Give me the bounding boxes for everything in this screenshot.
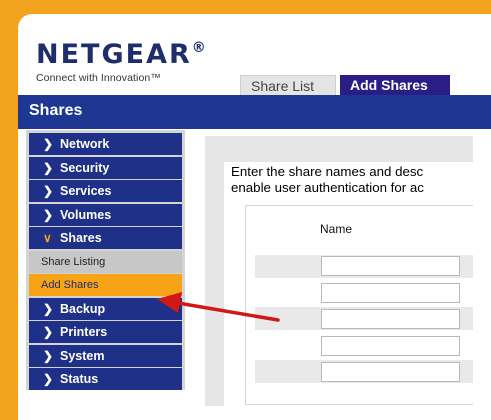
sidebar-item-status[interactable]: ❯ Status xyxy=(29,368,182,390)
chevron-right-icon: ❯ xyxy=(43,160,54,175)
chevron-right-icon: ❯ xyxy=(43,348,54,363)
logo-registered-mark: ® xyxy=(191,40,208,56)
sidebar-item-label: Volumes xyxy=(60,207,112,222)
description-line: enable user authentication for ac xyxy=(231,180,424,195)
sidebar-item-label: Security xyxy=(60,160,110,175)
chevron-right-icon: ❯ xyxy=(43,137,54,151)
sidebar-item-label: Status xyxy=(60,372,99,386)
sidebar-item-label: Shares xyxy=(60,231,102,245)
sidebar-item-label: System xyxy=(60,348,105,363)
chevron-right-icon: ❯ xyxy=(43,325,54,339)
page-title: Shares xyxy=(29,102,83,119)
tab-add-shares[interactable]: Add Shares xyxy=(340,75,450,95)
chevron-right-icon: ❯ xyxy=(43,301,54,316)
column-header-name: Name xyxy=(320,222,353,236)
logo-tagline: Connect with Innovation™ xyxy=(36,72,161,84)
logo-text: NETGEAR xyxy=(36,39,192,70)
netgear-logo: NETGEAR® Connect with Innovation™ xyxy=(36,41,208,84)
sidebar-item-backup[interactable]: ❯ Backup xyxy=(29,297,182,320)
share-name-input[interactable] xyxy=(321,256,460,276)
sidebar-subitem-share-listing[interactable]: Share Listing xyxy=(29,250,182,273)
chevron-right-icon: ❯ xyxy=(43,207,54,222)
share-name-input[interactable] xyxy=(321,336,460,356)
description-line: Enter the share names and desc xyxy=(231,164,424,179)
tab-share-list[interactable]: Share List xyxy=(240,75,336,95)
sidebar-item-label: Network xyxy=(60,137,110,151)
sidebar-subitem-add-shares[interactable]: Add Shares xyxy=(29,274,182,296)
title-bar: Shares xyxy=(18,95,491,129)
sidebar-item-security[interactable]: ❯ Security xyxy=(29,156,182,179)
sidebar-item-printers[interactable]: ❯ Printers xyxy=(29,321,182,343)
chevron-right-icon: ❯ xyxy=(43,184,54,198)
share-name-input[interactable] xyxy=(321,309,460,329)
sidebar-item-volumes[interactable]: ❯ Volumes xyxy=(29,203,182,226)
add-shares-description: Enter the share names and desc enable us… xyxy=(231,164,473,196)
sidebar-item-label: Backup xyxy=(60,301,106,316)
share-name-input[interactable] xyxy=(321,283,460,303)
sidebar-item-shares[interactable]: ∨ Shares xyxy=(29,227,182,249)
chevron-down-icon: ∨ xyxy=(43,231,52,245)
chevron-right-icon: ❯ xyxy=(43,372,54,386)
sidebar-item-network[interactable]: ❯ Network xyxy=(29,133,182,155)
sidebar-item-label: Printers xyxy=(60,325,108,339)
share-name-input[interactable] xyxy=(321,362,460,382)
sidebar-item-system[interactable]: ❯ System xyxy=(29,344,182,367)
sidebar-item-services[interactable]: ❯ Services xyxy=(29,180,182,202)
sidebar-item-label: Services xyxy=(60,184,112,198)
sidebar-nav: ❯ Network ❯ Security ❯ Services ❯ Volume… xyxy=(26,130,185,390)
